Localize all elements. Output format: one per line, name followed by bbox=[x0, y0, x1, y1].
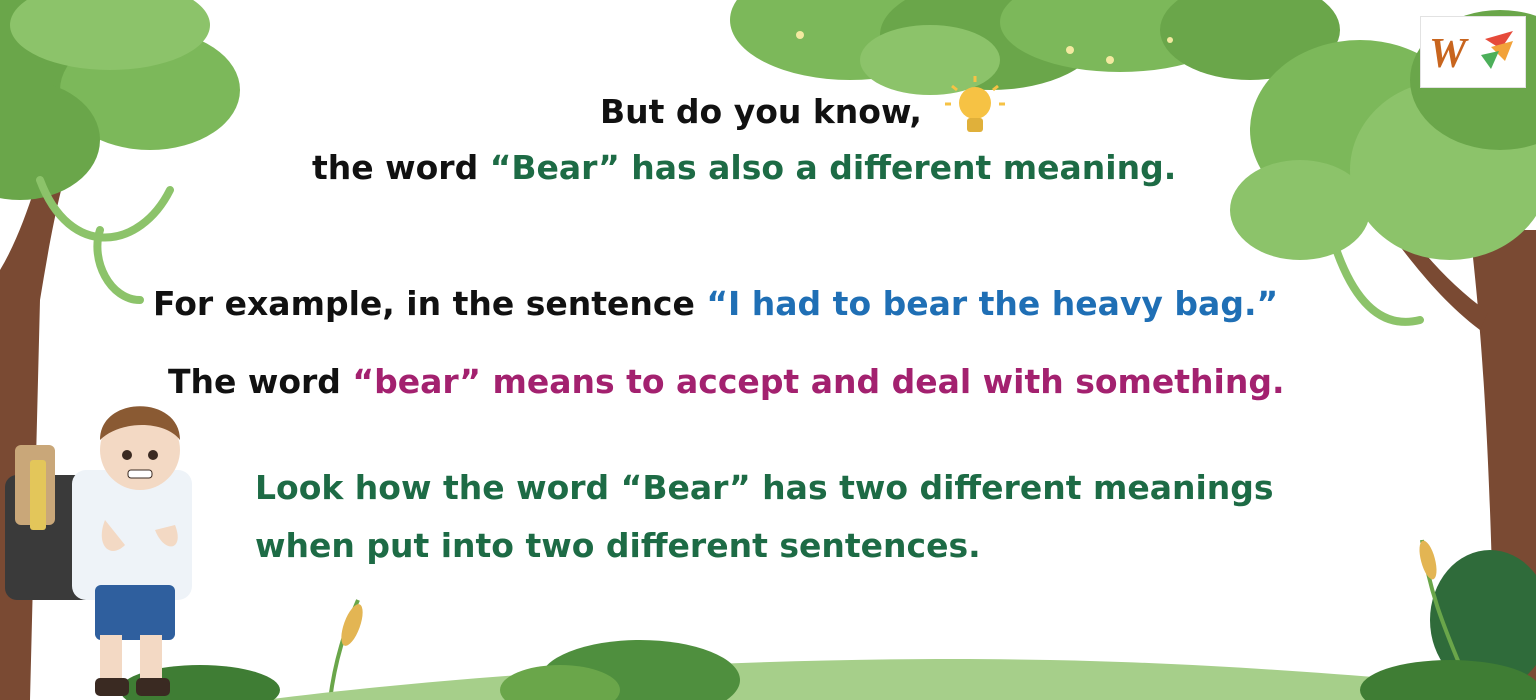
intro-line-2: the word “Bear” has also a different mea… bbox=[312, 148, 1176, 187]
conclusion-line-2: when put into two different sentences. bbox=[255, 526, 981, 565]
brand-logo: W bbox=[1420, 16, 1526, 88]
example-sentence: “I had to bear the heavy bag.” bbox=[706, 284, 1279, 323]
example-line: For example, in the sentence “I had to b… bbox=[153, 284, 1278, 323]
meaning-prefix: The word bbox=[168, 362, 353, 401]
example-prefix: For example, in the sentence bbox=[153, 284, 707, 323]
schoolboy-with-backpack bbox=[5, 406, 192, 696]
meaning-line: The word “bear” means to accept and deal… bbox=[168, 362, 1285, 401]
slide: W But do you know, the word “Bear” has a… bbox=[0, 0, 1536, 700]
logo-letter: W bbox=[1429, 31, 1469, 77]
tree-right bbox=[1230, 10, 1536, 700]
logo-mark: W bbox=[1429, 31, 1513, 77]
conclusion-line-1: Look how the word “Bear” has two differe… bbox=[255, 468, 1274, 507]
meaning-highlight: “bear” means to accept and deal with som… bbox=[352, 362, 1285, 401]
intro-line-1: But do you know, bbox=[600, 92, 922, 131]
intro-line-2-prefix: the word bbox=[312, 148, 490, 187]
top-canopy bbox=[730, 0, 1340, 95]
intro-line-2-highlight: “Bear” has also a different meaning. bbox=[489, 148, 1177, 187]
